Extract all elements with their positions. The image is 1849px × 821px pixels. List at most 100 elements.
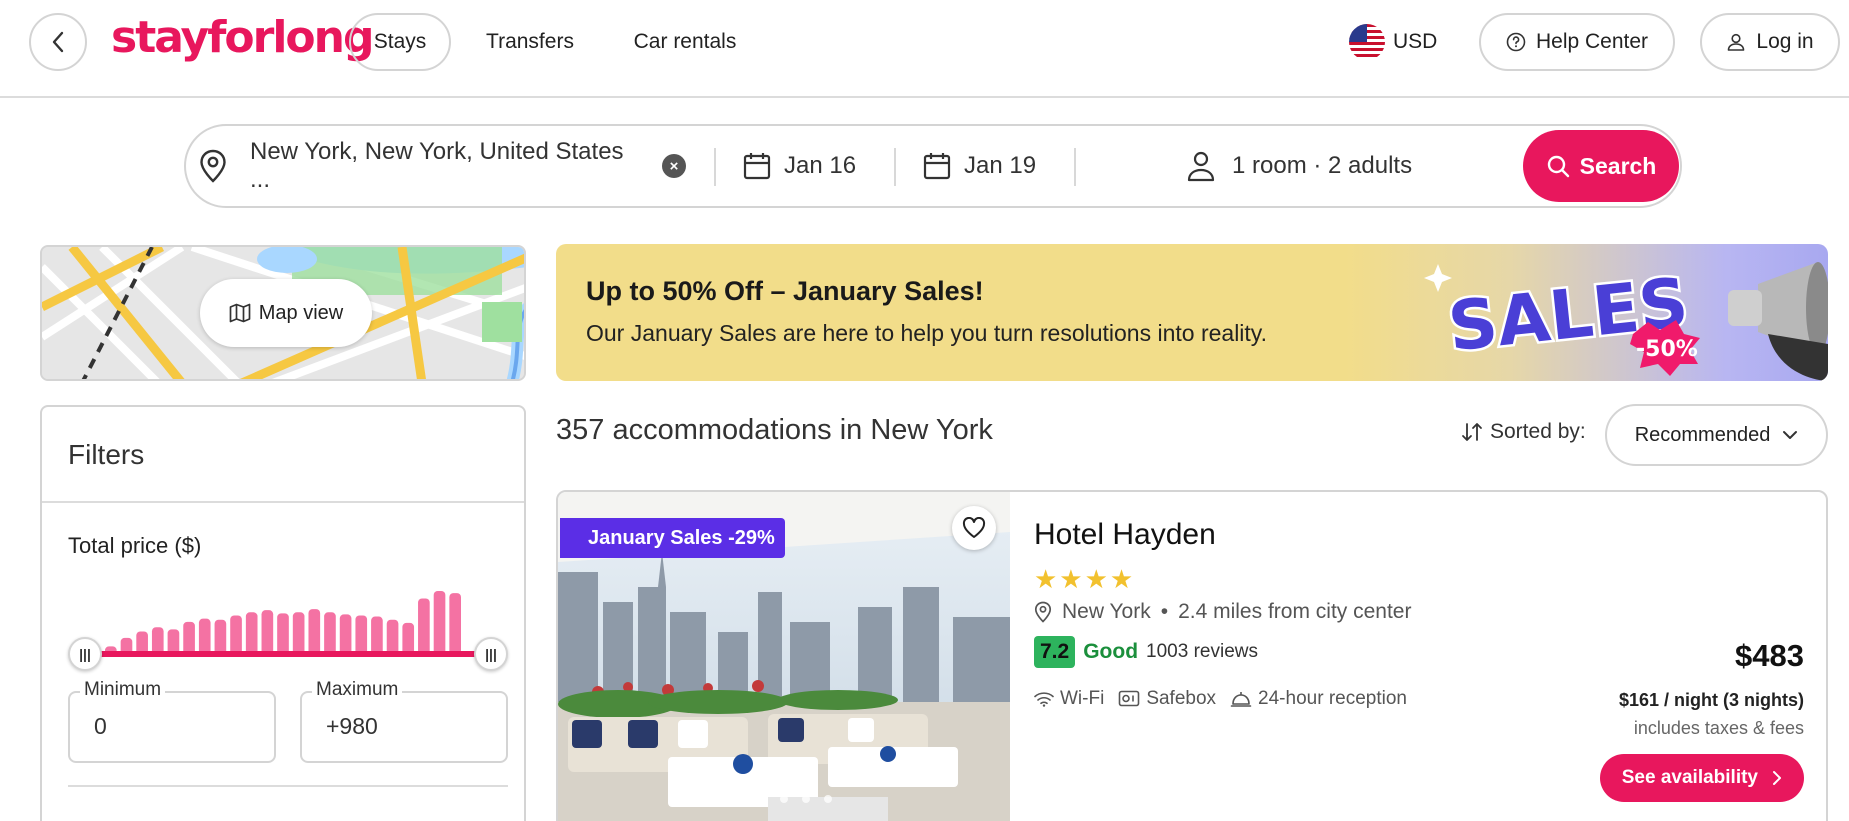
hotel-card[interactable]: January Sales -29% Hotel Hayden ★★★★ New… — [556, 490, 1828, 821]
price-slider-min-handle[interactable]: ||| — [68, 637, 102, 671]
price-slider-max-handle[interactable]: ||| — [474, 637, 508, 671]
amenity-safebox: Safebox — [1118, 688, 1216, 710]
sales-art-badge: -50% — [1636, 337, 1698, 362]
sale-tag: January Sales -29% — [560, 518, 785, 558]
amenity-wifi-label: Wi-Fi — [1060, 688, 1105, 709]
tab-car-rentals[interactable]: Car rentals — [620, 13, 750, 71]
histogram-bar — [433, 591, 446, 657]
maximum-price-field[interactable]: Maximum +980 — [300, 679, 508, 763]
price-per-night: $161 / night (3 nights) — [1618, 690, 1804, 710]
favorite-button[interactable] — [952, 506, 996, 550]
login-label: Log in — [1756, 30, 1814, 53]
sorted-by-label-wrap: Sorted by: — [1460, 420, 1586, 444]
clear-destination-button[interactable]: × — [662, 154, 686, 178]
january-sales-banner[interactable]: Up to 50% Off – January Sales! Our Janua… — [556, 244, 1828, 381]
top-navigation-bar: stayforlong Stays Transfers Car rentals … — [0, 0, 1849, 98]
maximum-label: Maximum — [312, 679, 403, 701]
histogram-bar — [418, 598, 430, 657]
price-includes-note: includes taxes & fees — [1633, 718, 1804, 738]
search-button-label: Search — [1579, 152, 1657, 179]
checkin-field[interactable]: Jan 16 — [742, 126, 856, 206]
wifi-icon — [1034, 692, 1054, 707]
filters-panel: Filters Total price ($) ||| ||| Minimum … — [40, 405, 526, 821]
stayforlong-logo[interactable]: stayforlong — [111, 12, 374, 63]
tab-stays[interactable]: Stays — [349, 13, 451, 71]
hotel-photo[interactable]: January Sales -29% — [558, 492, 1010, 821]
reception-bell-icon — [1230, 692, 1252, 707]
carousel-dot[interactable] — [824, 795, 832, 803]
carousel-dot[interactable] — [734, 794, 744, 804]
filters-title: Filters — [68, 439, 145, 470]
chevron-down-icon — [1783, 431, 1798, 439]
sort-icon — [1462, 423, 1482, 441]
divider — [68, 785, 508, 787]
heart-icon — [962, 517, 986, 538]
tab-transfers[interactable]: Transfers — [474, 13, 586, 71]
search-separator — [1074, 148, 1076, 186]
sort-value: Recommended — [1634, 423, 1771, 446]
amenity-safebox-label: Safebox — [1146, 688, 1217, 709]
location-pin-icon — [200, 149, 226, 183]
login-button[interactable]: Log in — [1700, 13, 1840, 71]
calendar-icon — [743, 153, 771, 180]
search-bar: New York, New York, United States ... × … — [184, 124, 1682, 208]
currency-label: USD — [1393, 30, 1438, 53]
sales-artwork: SALES -50% — [1424, 261, 1828, 381]
question-circle-icon — [1506, 32, 1526, 52]
rating-word: Good — [1083, 640, 1139, 663]
rating-score: 7.2 — [1034, 636, 1076, 668]
checkin-date: Jan 16 — [784, 152, 857, 179]
back-button[interactable] — [29, 13, 87, 71]
sort-dropdown[interactable]: Recommended — [1605, 404, 1828, 466]
safebox-icon — [1119, 690, 1140, 707]
histogram-bar — [261, 610, 274, 657]
search-separator — [714, 148, 716, 186]
checkout-date: Jan 19 — [964, 152, 1037, 179]
divider — [42, 501, 524, 503]
carousel-dot[interactable] — [802, 795, 810, 803]
price-slider-track[interactable] — [86, 651, 492, 657]
hotel-name[interactable]: Hotel Hayden — [1034, 518, 1216, 552]
total-price-title: Total price ($) — [68, 533, 202, 558]
currency-selector[interactable]: USD — [1349, 20, 1437, 64]
minimum-price-field[interactable]: Minimum 0 — [68, 679, 276, 763]
histogram-bar — [308, 609, 321, 657]
guests-field[interactable]: 1 room · 2 adults — [1186, 126, 1412, 206]
carousel-dot[interactable] — [780, 795, 788, 803]
maximum-value: +980 — [326, 713, 378, 739]
see-availability-button[interactable]: See availability — [1599, 754, 1804, 802]
map-preview[interactable]: Map view — [40, 245, 526, 381]
sorted-by-label: Sorted by: — [1490, 420, 1586, 443]
hotel-distance: 2.4 miles from city center — [1178, 600, 1412, 623]
search-icon — [1547, 155, 1569, 178]
chevron-right-icon — [1773, 771, 1781, 785]
search-separator — [894, 148, 896, 186]
calendar-icon — [923, 153, 951, 180]
photo-carousel-dots — [734, 794, 832, 804]
hotel-stars: ★★★★ — [1034, 564, 1136, 594]
checkout-field[interactable]: Jan 19 — [922, 126, 1036, 206]
amenities-list: Wi-Fi Safebox 24-hour reception — [1034, 688, 1407, 710]
results-count: 357 accommodations in New York — [556, 414, 993, 446]
banner-subtitle: Our January Sales are here to help you t… — [586, 320, 1267, 346]
destination-input[interactable]: New York, New York, United States ... — [250, 126, 650, 206]
clear-destination-wrap: × — [662, 126, 686, 206]
map-view-button[interactable]: Map view — [200, 279, 372, 347]
help-center-button[interactable]: Help Center — [1479, 13, 1675, 71]
user-icon — [1187, 151, 1215, 182]
rating-count: 1003 reviews — [1146, 641, 1258, 662]
map-icon — [229, 303, 251, 323]
search-button[interactable]: Search — [1523, 130, 1679, 202]
total-price: $483 — [1735, 638, 1804, 673]
histogram-bar — [449, 593, 461, 657]
bullet-separator: • — [1160, 600, 1169, 623]
destination-pin-wrap — [198, 126, 228, 206]
minimum-value: 0 — [94, 713, 107, 739]
banner-title: Up to 50% Off – January Sales! — [586, 276, 984, 306]
amenity-reception-label: 24-hour reception — [1258, 688, 1407, 709]
chevron-left-icon — [52, 31, 64, 53]
hotel-city: New York — [1062, 600, 1151, 623]
carousel-dot[interactable] — [758, 795, 766, 803]
map-view-label: Map view — [258, 301, 344, 324]
see-availability-label: See availability — [1621, 767, 1758, 788]
